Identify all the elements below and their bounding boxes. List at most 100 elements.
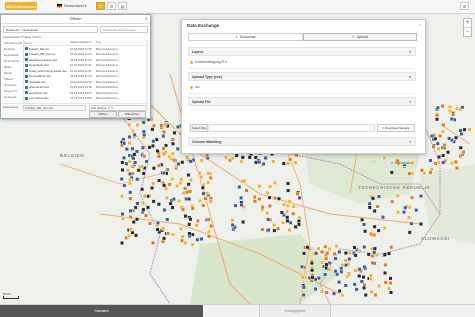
map-marker[interactable] xyxy=(183,214,188,219)
map-marker[interactable] xyxy=(447,104,452,109)
map-marker[interactable] xyxy=(407,215,411,220)
map-marker[interactable] xyxy=(286,188,291,193)
map-marker[interactable] xyxy=(199,174,204,179)
map-marker[interactable] xyxy=(286,203,290,208)
map-marker[interactable] xyxy=(163,150,168,155)
map-marker[interactable] xyxy=(279,210,284,215)
map-marker[interactable] xyxy=(170,177,175,182)
map-marker[interactable] xyxy=(201,191,206,196)
map-marker[interactable] xyxy=(131,219,136,224)
map-marker[interactable] xyxy=(435,141,440,146)
map-marker[interactable] xyxy=(381,215,385,220)
map-marker[interactable] xyxy=(199,158,204,163)
map-marker[interactable] xyxy=(124,147,129,152)
map-marker[interactable] xyxy=(372,250,377,255)
map-marker[interactable] xyxy=(310,275,315,280)
map-marker[interactable] xyxy=(438,133,443,138)
map-marker[interactable] xyxy=(377,194,381,199)
map-marker[interactable] xyxy=(170,137,175,142)
map-marker[interactable] xyxy=(375,204,380,209)
map-marker[interactable] xyxy=(161,130,166,135)
map-marker[interactable] xyxy=(357,267,362,272)
map-marker[interactable] xyxy=(176,161,181,166)
map-marker[interactable] xyxy=(244,188,249,193)
map-marker[interactable] xyxy=(291,211,296,216)
map-marker[interactable] xyxy=(437,154,441,159)
map-marker[interactable] xyxy=(161,226,166,231)
map-marker[interactable] xyxy=(184,196,189,201)
map-marker[interactable] xyxy=(233,203,238,208)
map-marker[interactable] xyxy=(136,168,141,173)
open-button[interactable]: Öffnen xyxy=(89,111,117,118)
map-marker[interactable] xyxy=(122,183,127,188)
map-marker[interactable] xyxy=(387,251,391,256)
map-marker[interactable] xyxy=(175,183,180,188)
close-icon[interactable]: ✕ xyxy=(145,15,148,23)
map-marker[interactable] xyxy=(223,155,228,160)
print-button[interactable]: ▤ xyxy=(118,2,127,10)
map-marker[interactable] xyxy=(407,230,412,235)
map-marker[interactable] xyxy=(132,152,137,157)
map-marker[interactable] xyxy=(390,199,395,204)
map-marker[interactable] xyxy=(337,289,342,293)
map-marker[interactable] xyxy=(433,161,438,166)
map-marker[interactable] xyxy=(141,120,146,125)
map-marker[interactable] xyxy=(127,122,132,127)
search-input[interactable]: Downloads durchsuchen xyxy=(100,26,148,33)
map-marker[interactable] xyxy=(180,234,185,239)
map-marker[interactable] xyxy=(206,234,211,239)
map-marker[interactable] xyxy=(320,249,325,254)
map-marker[interactable] xyxy=(165,167,170,172)
map-marker[interactable] xyxy=(297,195,302,200)
map-marker[interactable] xyxy=(314,251,319,256)
map-marker[interactable] xyxy=(433,136,438,141)
map-marker[interactable] xyxy=(194,223,199,228)
map-marker[interactable] xyxy=(164,195,169,200)
map-marker[interactable] xyxy=(171,157,176,162)
map-marker[interactable] xyxy=(461,150,466,155)
map-marker[interactable] xyxy=(120,167,125,172)
map-marker[interactable] xyxy=(429,167,434,172)
map-marker[interactable] xyxy=(337,249,342,254)
map-marker[interactable] xyxy=(362,222,366,227)
map-marker[interactable] xyxy=(441,153,446,158)
map-marker[interactable] xyxy=(383,271,387,275)
map-marker[interactable] xyxy=(455,106,459,111)
map-marker[interactable] xyxy=(276,226,280,231)
map-marker[interactable] xyxy=(460,105,465,110)
map-marker[interactable] xyxy=(170,141,175,146)
map-marker[interactable] xyxy=(388,276,393,281)
map-marker[interactable] xyxy=(316,276,321,281)
map-marker[interactable] xyxy=(419,168,424,173)
map-marker[interactable] xyxy=(362,264,367,269)
map-marker[interactable] xyxy=(370,261,375,266)
map-marker[interactable] xyxy=(352,282,357,287)
map-marker[interactable] xyxy=(188,189,193,194)
map-marker[interactable] xyxy=(177,198,182,203)
map-marker[interactable] xyxy=(230,156,235,161)
map-marker[interactable] xyxy=(286,181,290,186)
map-marker[interactable] xyxy=(266,217,271,222)
zoom-out-button[interactable]: − xyxy=(464,28,471,36)
map-marker[interactable] xyxy=(171,232,176,237)
map-marker[interactable] xyxy=(119,177,124,182)
map-marker[interactable] xyxy=(195,237,200,242)
map-marker[interactable] xyxy=(320,260,324,265)
map-marker[interactable] xyxy=(179,226,184,231)
map-marker[interactable] xyxy=(353,268,358,273)
map-marker[interactable] xyxy=(449,117,454,122)
map-marker[interactable] xyxy=(347,257,352,262)
map-marker[interactable] xyxy=(428,170,433,175)
map-marker[interactable] xyxy=(253,160,258,165)
map-marker[interactable] xyxy=(159,123,164,128)
map-marker[interactable] xyxy=(188,177,193,182)
map-marker[interactable] xyxy=(282,202,286,207)
map-marker[interactable] xyxy=(277,196,281,201)
map-marker[interactable] xyxy=(163,122,168,127)
file-row[interactable]: food retailers.xlsx 15.04.2019 11:00 Micro… xyxy=(24,74,148,80)
map-marker[interactable] xyxy=(146,205,151,210)
map-marker[interactable] xyxy=(362,285,366,290)
map-marker[interactable] xyxy=(197,171,202,176)
map-marker[interactable] xyxy=(130,146,135,151)
column-header-date[interactable]: Änderungsdatum xyxy=(70,40,96,45)
